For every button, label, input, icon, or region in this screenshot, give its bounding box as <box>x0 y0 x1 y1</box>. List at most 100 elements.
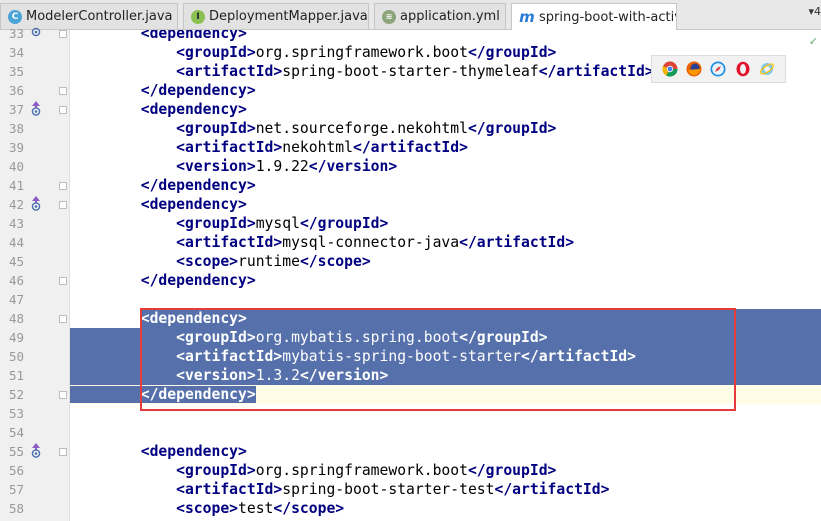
line-number: 38 <box>8 121 24 136</box>
override-marker-icon[interactable] <box>30 195 42 217</box>
code-line[interactable]: </dependency> <box>70 81 821 100</box>
code-line[interactable]: <dependency> <box>70 309 821 328</box>
line-number: 47 <box>8 292 24 307</box>
xml-tag: </groupId> <box>467 120 557 137</box>
ie-icon[interactable] <box>759 61 775 77</box>
fold-end-icon[interactable] <box>59 277 67 285</box>
code-line[interactable]: </dependency> <box>70 385 821 404</box>
code-line[interactable]: <scope>test</scope> <box>70 499 821 518</box>
code-line[interactable]: <artifactId>spring-boot-starter-test</ar… <box>70 480 821 499</box>
line-number: 39 <box>8 140 24 155</box>
line-number: 45 <box>8 254 24 269</box>
line-number: 51 <box>8 368 24 383</box>
fold-open-icon[interactable] <box>59 448 67 456</box>
line-number: 40 <box>8 159 24 174</box>
line-number: 49 <box>8 330 24 345</box>
code-line[interactable]: <groupId>org.springframework.boot</group… <box>70 461 821 480</box>
tab-deployment-mapper[interactable]: I DeploymentMapper.java × <box>183 3 369 29</box>
xml-text: 1.3.2 <box>255 367 300 384</box>
xml-tag: </artifactId> <box>494 481 610 498</box>
opera-icon[interactable] <box>735 61 751 77</box>
xml-tag: <dependency> <box>140 30 247 42</box>
code-line[interactable] <box>70 423 821 442</box>
xml-tag: <version> <box>176 367 256 384</box>
code-line[interactable]: <dependency> <box>70 195 821 214</box>
fold-open-icon[interactable] <box>59 315 67 323</box>
tab-pom-spring-boot-with-activiti[interactable]: m spring-boot-with-activiti <box>511 3 677 30</box>
override-marker-icon[interactable] <box>30 100 42 122</box>
line-number: 52 <box>8 387 24 402</box>
code-line[interactable] <box>70 290 821 309</box>
override-marker-icon[interactable] <box>30 442 42 464</box>
code-line[interactable]: <groupId>net.sourceforge.nekohtml</group… <box>70 119 821 138</box>
class-icon: C <box>8 9 22 24</box>
code-line[interactable]: <dependency> <box>70 100 821 119</box>
tab-modeler-controller[interactable]: C ModelerController.java × <box>0 3 178 29</box>
dependency-marker-icon[interactable] <box>30 24 42 46</box>
selection: </dependency> <box>70 386 256 403</box>
code-line[interactable]: <dependency> <box>70 442 821 461</box>
line-number: 56 <box>8 463 24 478</box>
xml-tag: <groupId> <box>176 120 256 137</box>
line-number: 44 <box>8 235 24 250</box>
tab-label: ModelerController.java <box>26 9 173 24</box>
xml-tag: </groupId> <box>467 44 557 61</box>
xml-tag: </artifactId> <box>353 139 468 156</box>
fold-open-icon[interactable] <box>59 201 67 209</box>
code-line[interactable]: </dependency> <box>70 176 821 195</box>
yml-file-icon: ≋ <box>382 9 396 24</box>
xml-text: 1.9.22 <box>255 158 309 175</box>
xml-tag: <artifactId> <box>176 139 283 156</box>
xml-tag: </artifactId> <box>521 348 636 365</box>
xml-tag: </artifactId> <box>538 63 654 80</box>
code-line[interactable]: <dependency> <box>70 30 821 43</box>
xml-tag: </groupId> <box>459 329 548 346</box>
xml-tag: <artifactId> <box>176 481 283 498</box>
line-number: 41 <box>8 178 24 193</box>
code-line[interactable]: <version>1.3.2</version> <box>70 366 821 385</box>
tab-overflow-menu[interactable]: ▾4 <box>808 5 821 18</box>
firefox-icon[interactable] <box>686 61 702 77</box>
chrome-icon[interactable] <box>662 61 678 77</box>
xml-tag: </dependency> <box>140 177 256 194</box>
code-line[interactable]: <artifactId>mysql-connector-java</artifa… <box>70 233 821 252</box>
code-line[interactable]: <artifactId>nekohtml</artifactId> <box>70 138 821 157</box>
code-line[interactable]: </dependency> <box>70 271 821 290</box>
xml-text: spring-boot-starter-thymeleaf <box>282 63 539 80</box>
code-line[interactable]: <artifactId>mybatis-spring-boot-starter<… <box>70 347 821 366</box>
xml-text: org.mybatis.spring.boot <box>255 329 460 346</box>
fold-open-icon[interactable] <box>59 30 67 38</box>
code-line[interactable]: <groupId>mysql</groupId> <box>70 214 821 233</box>
xml-tag: <version> <box>176 158 256 175</box>
fold-end-icon[interactable] <box>59 391 67 399</box>
code-line[interactable]: <scope>runtime</scope> <box>70 252 821 271</box>
xml-tag: </scope> <box>273 500 345 517</box>
line-number-gutter: 33 34 35 36 37 38 39 40 41 42 43 44 45 46 47 48 49 50 51 52… <box>0 26 70 521</box>
line-number: 50 <box>8 349 24 364</box>
xml-tag: <artifactId> <box>176 348 283 365</box>
fold-end-icon[interactable] <box>59 87 67 95</box>
code-line[interactable]: <groupId>org.mybatis.spring.boot</groupI… <box>70 328 821 347</box>
safari-icon[interactable] <box>710 61 726 77</box>
code-line[interactable]: <version>1.9.22</version> <box>70 157 821 176</box>
tab-application-yml[interactable]: ≋ application.yml × <box>374 3 506 29</box>
tab-label: spring-boot-with-activiti <box>539 9 676 25</box>
fold-open-icon[interactable] <box>59 106 67 114</box>
inspection-ok-icon[interactable]: ✓ <box>809 35 818 48</box>
line-number: 35 <box>8 64 24 79</box>
code-line[interactable] <box>70 404 821 423</box>
tab-label: application.yml <box>400 9 500 24</box>
line-number: 33 <box>8 26 24 41</box>
fold-end-icon[interactable] <box>59 182 67 190</box>
code-editor[interactable]: <dependency> <groupId>org.springframewor… <box>70 30 821 521</box>
